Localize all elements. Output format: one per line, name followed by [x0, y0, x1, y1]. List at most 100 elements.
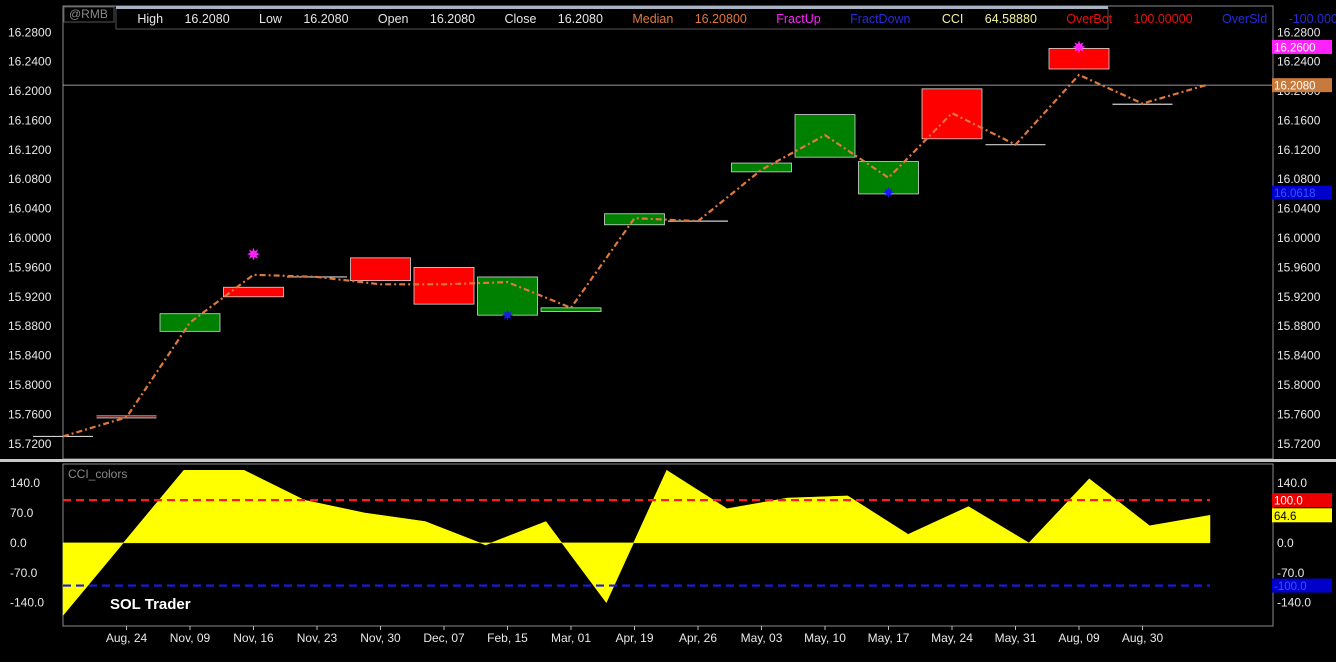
price-axis-right-tick: 16.2400 — [1277, 55, 1321, 69]
x-axis-label: Mar, 01 — [551, 631, 591, 645]
price-axis-left-tick: 15.8000 — [8, 378, 52, 392]
header-low-value: 16.2080 — [303, 12, 348, 26]
price-axis-right-tick: 16.0000 — [1277, 231, 1321, 245]
x-axis-label: Apr, 19 — [615, 631, 653, 645]
x-axis-label: Aug, 30 — [1122, 631, 1164, 645]
panel-separator[interactable] — [0, 459, 1336, 462]
x-axis-label: Nov, 09 — [170, 631, 211, 645]
header-open-label: Open — [378, 12, 409, 26]
cci-axis-right-tick: 0.0 — [1277, 536, 1294, 550]
candle-body — [921, 88, 983, 140]
price-axis-left-tick: 16.2800 — [8, 25, 52, 39]
price-axis-left-tick: 15.7600 — [8, 407, 52, 421]
cci-tag-text: 100.0 — [1274, 496, 1303, 508]
fractal-up-marker — [247, 247, 260, 261]
price-axis-left-tick: 15.9600 — [8, 260, 52, 274]
cci-series — [62, 469, 1211, 617]
price-axis-right-tick: 16.1600 — [1277, 113, 1321, 127]
price-tag-text: 16.2600 — [1274, 42, 1316, 54]
header-median-label: Median — [632, 12, 673, 26]
median-line — [62, 73, 1207, 438]
header-fractdown-label: FractDown — [850, 12, 910, 26]
x-axis-label: Aug, 09 — [1058, 631, 1100, 645]
x-axis-label: May, 17 — [868, 631, 910, 645]
price-series — [33, 40, 1273, 438]
candle-body — [159, 313, 221, 332]
header-median-value: 16.20800 — [695, 12, 747, 26]
axis-labels: 16.2800 16.2800 16.2400 16.2400 16.2000 16.20… — [8, 25, 1332, 645]
cci-axis-right-tick: 140.0 — [1277, 476, 1307, 490]
x-axis-label: Nov, 16 — [233, 631, 274, 645]
price-tag-text: 16.0618 — [1274, 188, 1316, 200]
header-readout: High 16.2080 Low 16.2080 Open 16.2080 Cl… — [120, 12, 1336, 26]
header-open-value: 16.2080 — [430, 12, 475, 26]
cci-axis-left-tick: 0.0 — [10, 536, 27, 550]
x-axis-label: Dec, 07 — [423, 631, 465, 645]
fractal-down-marker — [883, 186, 894, 198]
price-tag-text: 16.2080 — [1274, 81, 1316, 93]
header-fractup-label: FractUp — [776, 12, 821, 26]
price-axis-right-tick: 15.8000 — [1277, 378, 1321, 392]
cci-axis-left-tick: 140.0 — [10, 476, 40, 490]
header-cci-label: CCI — [942, 12, 964, 26]
header-cci-value: 64.58880 — [985, 12, 1037, 26]
price-axis-right-tick: 16.0800 — [1277, 172, 1321, 186]
price-axis-left-tick: 16.0400 — [8, 202, 52, 216]
watermark-sol-trader: SOL Trader — [110, 596, 191, 613]
header-overbot-value: 100.00000 — [1134, 12, 1193, 26]
chart-canvas: @RMB High 16.2080 Low 16.2080 Open 16.20… — [0, 5, 1336, 645]
cci-tag-text: -100.0 — [1274, 581, 1307, 593]
price-axis-left-tick: 16.2400 — [8, 55, 52, 69]
price-axis-left-tick: 15.7200 — [8, 437, 52, 451]
price-axis-right-tick: 16.1200 — [1277, 143, 1321, 157]
x-axis-label: May, 10 — [804, 631, 846, 645]
candle-body — [413, 267, 475, 305]
price-axis-left-tick: 16.2000 — [8, 84, 52, 98]
candle-body — [350, 257, 411, 282]
fractal-down-marker — [502, 309, 513, 321]
price-axis-left-tick: 15.8400 — [8, 349, 52, 363]
x-axis-label: May, 31 — [995, 631, 1037, 645]
price-axis-right-tick: 15.8400 — [1277, 349, 1321, 363]
price-axis-left-tick: 16.1600 — [8, 113, 52, 127]
price-axis-left-tick: 15.8800 — [8, 319, 52, 333]
indicator-title: CCI_colors — [68, 467, 127, 481]
price-axis-right-tick: 16.0400 — [1277, 202, 1321, 216]
x-axis-label: May, 03 — [741, 631, 783, 645]
price-axis-right-tick: 15.9200 — [1277, 290, 1321, 304]
header-low-label: Low — [259, 12, 283, 26]
header-oversld-label: OverSld — [1222, 12, 1267, 26]
x-axis-label: Feb, 15 — [487, 631, 528, 645]
header-high-value: 16.2080 — [184, 12, 229, 26]
price-axis-left-tick: 16.0800 — [8, 172, 52, 186]
price-axis-left-tick: 15.9200 — [8, 290, 52, 304]
cci-axis-right-tick: -140.0 — [1277, 596, 1311, 610]
cci-axis-left-tick: 70.0 — [10, 506, 34, 520]
price-axis-right-tick: 16.2800 — [1277, 25, 1321, 39]
fractal-up-marker — [1072, 40, 1086, 54]
x-axis-label: Nov, 23 — [297, 631, 338, 645]
cci-area — [62, 469, 1211, 617]
header-close-label: Close — [504, 12, 536, 26]
cci-axis-right-tick: -70.0 — [1277, 566, 1305, 580]
x-axis-label: Nov, 30 — [360, 631, 401, 645]
candle-body — [223, 286, 284, 298]
header-close-value: 16.2080 — [558, 12, 603, 26]
price-axis-right-tick: 15.7600 — [1277, 407, 1321, 421]
header-top-strip — [116, 6, 1108, 9]
price-axis-right-tick: 15.7200 — [1277, 437, 1321, 451]
cci-tag-text: 64.6 — [1274, 511, 1296, 523]
price-axis-right-tick: 15.9600 — [1277, 260, 1321, 274]
cci-axis-left-tick: -70.0 — [10, 566, 38, 580]
x-axis-label: Apr, 26 — [679, 631, 717, 645]
header-high-label: High — [137, 12, 163, 26]
symbol-label: @RMB — [69, 7, 108, 21]
x-axis-label: May, 24 — [931, 631, 973, 645]
price-axis-left-tick: 16.0000 — [8, 231, 52, 245]
candle-body — [731, 162, 792, 173]
cci-axis-left-tick: -140.0 — [10, 596, 44, 610]
price-panel-frame — [62, 5, 1274, 460]
header-overbot-label: OverBot — [1066, 12, 1112, 26]
candle-body — [540, 307, 602, 312]
x-axis-label: Aug, 24 — [106, 631, 148, 645]
